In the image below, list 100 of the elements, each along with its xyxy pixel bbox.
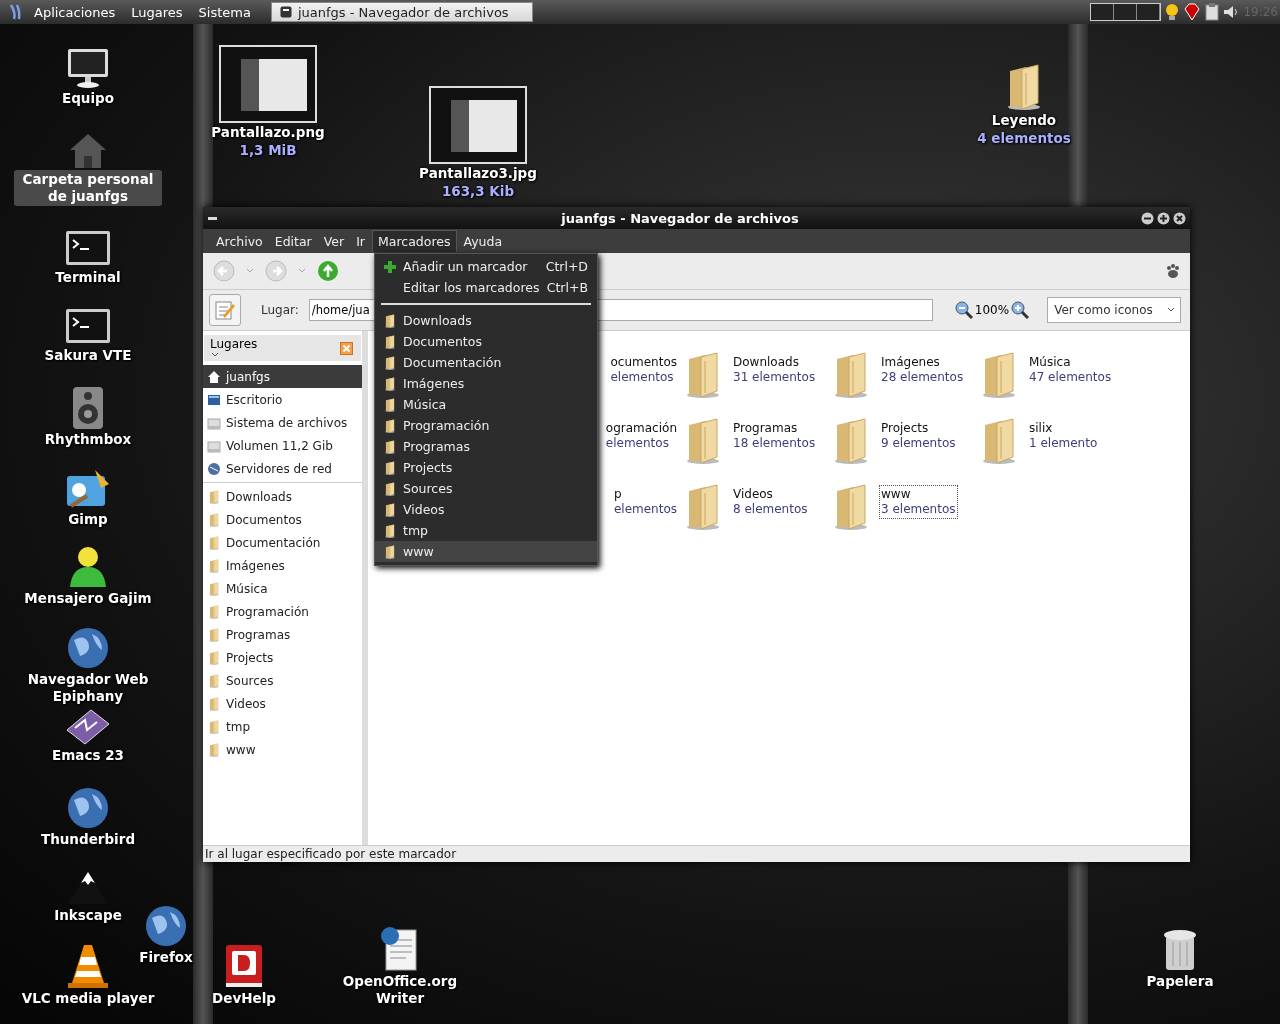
view-mode-dropdown[interactable]: Ver como iconos [1047,297,1182,323]
desktop-icon-label[interactable]: Sakura VTE [40,346,136,365]
folder-label[interactable]: Música 47 elementos [1027,353,1114,387]
desktop-icon-label[interactable]: Emacs 23 [48,746,128,765]
caret-icon [1166,306,1177,314]
folder-label[interactable]: Videos 8 elementos [731,485,810,519]
minimize-icon[interactable] [1141,211,1154,225]
sidebar-item[interactable]: Imágenes [203,554,362,577]
folder-name: Downloads [733,355,800,370]
sidebar-item[interactable]: Videos [203,692,362,715]
menu-item[interactable]: tmp [375,520,597,541]
item-count: 1 elemento [1029,436,1098,451]
caret-icon[interactable] [245,267,255,275]
folder-label[interactable]: ogramación elementos [603,419,679,453]
desktop-icon-label[interactable]: OpenOffice.org Writer [326,972,474,1008]
folder-icon [207,650,221,665]
caret-icon[interactable] [297,267,307,275]
desktop-icon-label[interactable]: Thunderbird [36,830,140,849]
panel-menu[interactable]: Sistema [192,4,257,20]
globe-icon [66,626,110,670]
menu-item[interactable]: Ir [351,230,370,252]
sidebar-item[interactable]: Documentos [203,508,362,531]
item-count: 28 elementos [881,370,964,385]
desktop-icon-label[interactable]: Leyendo [987,111,1061,130]
folder-icon [207,489,221,504]
desktop-icon-label[interactable]: Papelera [1142,972,1218,991]
clipboard-icon[interactable] [1205,3,1220,21]
folder-label[interactable]: p elementos [611,485,679,519]
sidebar-item[interactable]: Documentación [203,531,362,554]
desktop-icon-label[interactable]: DevHelp [208,989,280,1008]
desktop-icon-label[interactable]: Equipo [57,89,119,108]
folder-label[interactable]: Projects 9 elementos [879,419,958,453]
menu-item[interactable]: Videos [375,499,597,520]
menu-item[interactable]: Ayuda [458,230,508,252]
sidebar-item[interactable]: juanfgs [203,365,362,388]
desktop-icon-label[interactable]: Gimp [64,510,112,529]
desktop-icon-label[interactable]: Firefox [135,948,197,967]
zoom-out-icon[interactable] [954,301,973,319]
sidebar-item[interactable]: Projects [203,646,362,669]
menu-item[interactable]: Sources [375,478,597,499]
menu-item[interactable]: Imágenes [375,373,597,394]
workspace-switcher[interactable] [1090,3,1162,21]
folder-label[interactable]: ocumentos elementos [608,353,679,387]
gem-icon[interactable] [1183,3,1202,21]
maximize-icon[interactable] [1157,211,1170,225]
item-count: 9 elementos [881,436,956,451]
folder-label[interactable]: Imágenes 28 elementos [879,353,966,387]
desktop-icon-label[interactable]: Rhythmbox [40,430,136,449]
sidebar-title-dropdown[interactable]: Lugares [210,337,258,359]
panel-menu[interactable]: Lugares [125,4,189,20]
folder-name: Projects [881,421,930,436]
desktop-icon-label[interactable]: Terminal [51,268,125,287]
zoom-in-icon[interactable] [1011,301,1030,319]
item-count: elementos [605,436,670,451]
folder-name: www [881,487,912,502]
sidebar-item[interactable]: Música [203,577,362,600]
volume-icon[interactable] [1223,5,1240,19]
sidebar-item[interactable]: Sistema de archivos [203,411,362,434]
desktop-icon [207,392,221,407]
menu-item[interactable]: Archivo [211,230,268,252]
bulb-icon[interactable] [1165,3,1180,21]
folder-icon [207,742,221,757]
sidebar-item[interactable]: Escritorio [203,388,362,411]
folder-name: Música [1029,355,1072,370]
menu-item[interactable]: Marcadores [372,230,457,252]
folder-label[interactable]: silix 1 elemento [1027,419,1100,453]
menu-item[interactable]: Ver [318,230,350,252]
desktop-icon-label[interactable]: VLC media player [17,989,159,1008]
sidebar-item[interactable]: Downloads [203,485,362,508]
menu-item[interactable]: Programas [375,436,597,457]
desktop-icon-label[interactable]: Inkscape [50,906,126,925]
menu-item[interactable]: www [375,541,597,562]
edit-location-button[interactable] [209,294,241,326]
menu-item[interactable]: Documentos [375,331,597,352]
folder-label[interactable]: www 3 elementos [879,485,958,519]
menu-item[interactable]: Editar [269,230,317,252]
taskbar-button[interactable]: juanfgs - Navegador de archivos [270,2,533,22]
menu-item[interactable]: Projects [375,457,597,478]
sidebar-item[interactable]: Programas [203,623,362,646]
desktop-icon-label[interactable]: Carpeta personal de juanfgs [14,170,162,206]
desktop-icon-label[interactable]: Pantallazo.png [207,123,329,142]
close-icon[interactable] [1173,211,1186,225]
sidebar-item[interactable]: tmp [203,715,362,738]
folder-label[interactable]: Downloads 31 elementos [731,353,818,387]
menu-item[interactable]: Editar los marcadores Ctrl+B [375,277,597,298]
menu-item[interactable]: Documentación [375,352,597,373]
desktop-icon-label[interactable]: Mensajero Gajim [20,589,156,608]
folder-label[interactable]: Programas 18 elementos [731,419,818,453]
sidebar-item[interactable]: Volumen 11,2 Gib [203,434,362,457]
sidebar-item[interactable]: Servidores de red [203,457,362,480]
desktop-icon-label[interactable]: Pantallazo3.jpg [415,164,541,183]
menu-item[interactable]: Añadir un marcador Ctrl+D [375,256,597,277]
desktop-icon-label[interactable]: Navegador Web Epiphany [14,670,162,706]
house-icon [207,369,221,384]
menu-item[interactable]: Música [375,394,597,415]
panel-menu[interactable]: Aplicaciones [28,4,122,20]
sidebar-item[interactable]: Sources [203,669,362,692]
sidebar-item[interactable]: Programación [203,600,362,623]
sidebar-item[interactable]: www [203,738,362,761]
menu-item[interactable]: Programación [375,415,597,436]
